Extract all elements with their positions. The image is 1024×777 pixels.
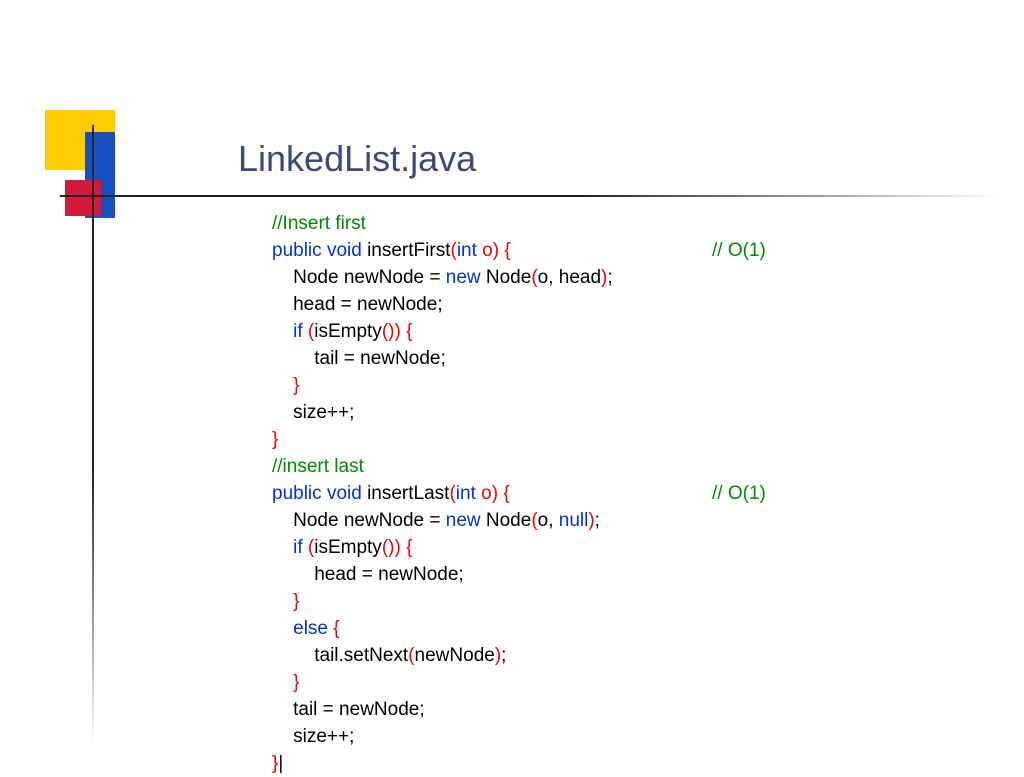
brace-close: }	[272, 591, 299, 612]
brace-open: {	[328, 618, 340, 639]
kw-new: new	[446, 510, 481, 531]
paren-close: ())	[382, 321, 401, 342]
paren-close: o)	[476, 483, 498, 504]
vertical-divider	[92, 125, 94, 745]
method-insertFirst: insertFirst	[362, 240, 451, 261]
kw-null: null	[559, 510, 589, 531]
code-text: size++;	[272, 726, 354, 747]
brace-open: {	[499, 240, 511, 261]
code-text: isEmpty	[314, 321, 382, 342]
brace-close: }	[272, 429, 278, 450]
complexity-o1: // O(1)	[712, 483, 766, 504]
code-text: tail = newNode;	[272, 699, 425, 720]
kw-int: int	[457, 240, 477, 261]
brace-close: }	[272, 672, 299, 693]
code-text: head = newNode;	[272, 564, 464, 585]
brace-open: {	[401, 537, 413, 558]
code-text: head = newNode;	[272, 294, 443, 315]
code-block: //Insert first public void insertFirst(i…	[272, 210, 766, 777]
code-text: isEmpty	[314, 537, 382, 558]
code-text: tail = newNode;	[272, 348, 446, 369]
slide-title: LinkedList.java	[238, 138, 476, 180]
code-text	[272, 618, 293, 639]
kw-void: void	[327, 483, 362, 504]
comment-insert-last: //insert last	[272, 456, 364, 477]
horizontal-divider	[60, 195, 1004, 197]
code-text: newNode	[415, 645, 495, 666]
code-text: o, head	[538, 267, 601, 288]
kw-if: if	[293, 321, 303, 342]
code-text: Node newNode =	[272, 510, 446, 531]
code-text: Node	[481, 510, 532, 531]
paren-open: (	[303, 537, 315, 558]
code-text	[272, 321, 293, 342]
paren-close: ())	[382, 537, 401, 558]
code-text: size++;	[272, 402, 354, 423]
kw-new: new	[446, 267, 481, 288]
complexity-o1: // O(1)	[712, 240, 766, 261]
brace-open: {	[498, 483, 510, 504]
paren-open: (	[303, 321, 315, 342]
brace-close: }	[272, 375, 299, 396]
cursor: |	[278, 753, 283, 774]
paren-close: o)	[477, 240, 499, 261]
code-text: Node	[481, 267, 532, 288]
logo-red-square	[65, 180, 101, 216]
code-text: ;	[501, 645, 506, 666]
kw-public: public	[272, 483, 322, 504]
code-text: o,	[538, 510, 559, 531]
slide-logo	[45, 110, 205, 220]
kw-public: public	[272, 240, 322, 261]
kw-if: if	[293, 537, 303, 558]
method-insertLast: insertLast	[362, 483, 450, 504]
code-text: ;	[607, 267, 612, 288]
comment-insert-first: //Insert first	[272, 213, 366, 234]
code-text: tail.setNext	[272, 645, 408, 666]
kw-void: void	[327, 240, 362, 261]
code-text: ;	[595, 510, 600, 531]
brace-open: {	[401, 321, 413, 342]
code-text: Node newNode =	[272, 267, 446, 288]
kw-int: int	[456, 483, 476, 504]
kw-else: else	[293, 618, 328, 639]
code-text	[272, 537, 293, 558]
